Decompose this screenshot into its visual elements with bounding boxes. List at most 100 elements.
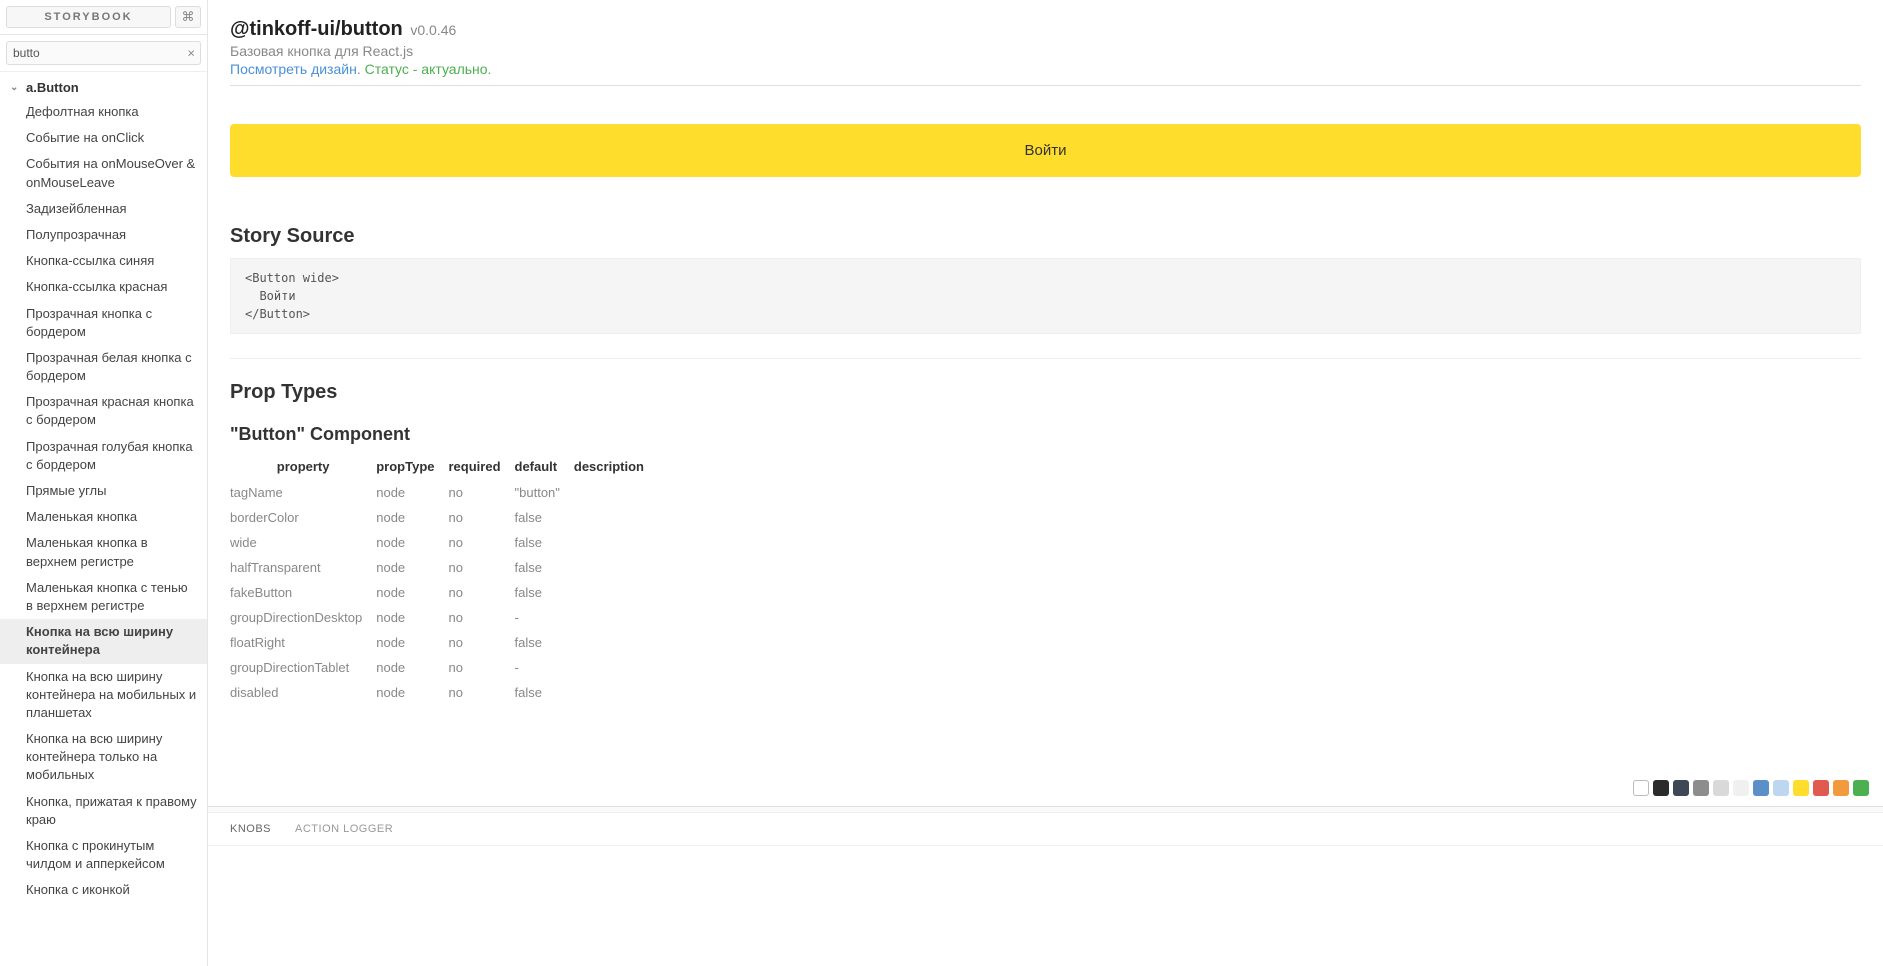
color-swatch[interactable] — [1833, 780, 1849, 796]
nav-item[interactable]: Прозрачная белая кнопка с бордером — [0, 345, 207, 389]
table-row: disablednodenofalse — [230, 680, 658, 705]
nav-item[interactable]: Маленькая кнопка в верхнем регистре — [0, 530, 207, 574]
table-cell: node — [376, 655, 448, 680]
package-version: v0.0.46 — [410, 22, 456, 38]
table-cell: no — [449, 630, 515, 655]
component-heading: "Button" Component — [230, 424, 1861, 445]
nav-item[interactable]: События на onMouseOver & onMouseLeave — [0, 151, 207, 195]
color-swatch[interactable] — [1653, 780, 1669, 796]
table-cell: node — [376, 605, 448, 630]
table-header: property — [230, 453, 376, 480]
table-cell — [574, 580, 658, 605]
nav-item[interactable]: Кнопка-ссылка синяя — [0, 248, 207, 274]
color-swatch[interactable] — [1733, 780, 1749, 796]
main: @tinkoff-ui/button v0.0.46 Базовая кнопк… — [208, 0, 1883, 966]
search-input[interactable] — [6, 41, 201, 65]
color-swatch[interactable] — [1693, 780, 1709, 796]
table-cell: no — [449, 605, 515, 630]
table-cell: no — [449, 580, 515, 605]
app-root: STORYBOOK ⌘ × ⌄ a.Button Дефолтная кнопк… — [0, 0, 1883, 966]
table-cell: groupDirectionDesktop — [230, 605, 376, 630]
search-row: × — [0, 35, 207, 72]
nav-item[interactable]: Кнопка-ссылка красная — [0, 274, 207, 300]
package-header: @tinkoff-ui/button v0.0.46 Базовая кнопк… — [230, 18, 1861, 86]
nav-item[interactable]: Кнопка на всю ширину контейнера только н… — [0, 726, 207, 789]
table-cell: - — [515, 605, 574, 630]
table-cell: fakeButton — [230, 580, 376, 605]
demo-area: Войти — [230, 86, 1861, 215]
table-cell: groupDirectionTablet — [230, 655, 376, 680]
package-description: Базовая кнопка для React.js — [230, 43, 1861, 59]
color-swatch[interactable] — [1633, 780, 1649, 796]
prop-types-heading: Prop Types — [230, 381, 1861, 404]
table-cell: false — [515, 530, 574, 555]
package-name: @tinkoff-ui/button — [230, 18, 403, 40]
table-cell: false — [515, 555, 574, 580]
table-cell: node — [376, 680, 448, 705]
source-code-block: <Button wide> Войти </Button> — [230, 258, 1861, 334]
nav-item[interactable]: Задизейбленная — [0, 196, 207, 222]
package-links: Посмотреть дизайн. Статус - актуально. — [230, 61, 1861, 86]
table-cell — [574, 555, 658, 580]
clear-search-icon[interactable]: × — [187, 46, 195, 61]
nav-group-button[interactable]: ⌄ a.Button — [0, 76, 207, 99]
nav-item[interactable]: Кнопка, прижатая к правому краю — [0, 789, 207, 833]
sidebar-topbar: STORYBOOK ⌘ — [0, 0, 207, 35]
table-cell: wide — [230, 530, 376, 555]
table-cell — [574, 680, 658, 705]
table-header: description — [574, 453, 658, 480]
table-cell — [574, 505, 658, 530]
nav-item[interactable]: Прозрачная красная кнопка с бордером — [0, 389, 207, 433]
table-header: required — [449, 453, 515, 480]
table-cell — [574, 480, 658, 505]
color-swatch[interactable] — [1773, 780, 1789, 796]
panel-tab[interactable]: KNOBS — [230, 823, 271, 835]
table-cell: no — [449, 655, 515, 680]
nav-item[interactable]: Кнопка на всю ширину контейнера на мобил… — [0, 664, 207, 727]
menu-icon: ⌘ — [182, 9, 195, 25]
table-cell: "button" — [515, 480, 574, 505]
nav-item[interactable]: Дефолтная кнопка — [0, 99, 207, 125]
shortcuts-menu-button[interactable]: ⌘ — [175, 6, 201, 28]
table-cell: false — [515, 580, 574, 605]
nav-item[interactable]: Маленькая кнопка — [0, 504, 207, 530]
table-row: borderColornodenofalse — [230, 505, 658, 530]
nav-item[interactable]: Прозрачная голубая кнопка с бордером — [0, 434, 207, 478]
table-cell: node — [376, 505, 448, 530]
table-cell: disabled — [230, 680, 376, 705]
color-swatch[interactable] — [1753, 780, 1769, 796]
storybook-logo-button[interactable]: STORYBOOK — [6, 6, 171, 28]
table-cell — [574, 605, 658, 630]
table-cell: node — [376, 630, 448, 655]
color-swatch[interactable] — [1853, 780, 1869, 796]
table-cell: no — [449, 505, 515, 530]
nav-item[interactable]: Кнопка с иконкой — [0, 877, 207, 903]
table-cell: no — [449, 530, 515, 555]
color-swatch[interactable] — [1713, 780, 1729, 796]
prop-table: propertypropTyperequireddefaultdescripti… — [230, 453, 658, 705]
nav-item[interactable]: Кнопка с прокинутым чилдом и апперкейсом — [0, 833, 207, 877]
table-cell: node — [376, 530, 448, 555]
table-row: halfTransparentnodenofalse — [230, 555, 658, 580]
nav-item[interactable]: Маленькая кнопка с тенью в верхнем регис… — [0, 575, 207, 619]
nav-tree: ⌄ a.Button Дефолтная кнопкаСобытие на on… — [0, 72, 207, 966]
nav-item[interactable]: Кнопка на всю ширину контейнера — [0, 619, 207, 663]
demo-wide-button[interactable]: Войти — [230, 124, 1861, 177]
color-swatch[interactable] — [1673, 780, 1689, 796]
preview-area: @tinkoff-ui/button v0.0.46 Базовая кнопк… — [208, 0, 1883, 806]
nav-group-label: a.Button — [26, 80, 79, 95]
panel-tabs: KNOBS ACTION LOGGER — [208, 813, 1883, 846]
table-cell: node — [376, 480, 448, 505]
package-title: @tinkoff-ui/button v0.0.46 — [230, 18, 1861, 41]
color-swatch[interactable] — [1793, 780, 1809, 796]
design-link[interactable]: Посмотреть дизайн — [230, 61, 357, 77]
nav-item[interactable]: Полупрозрачная — [0, 222, 207, 248]
table-cell: node — [376, 580, 448, 605]
nav-item[interactable]: Событие на onClick — [0, 125, 207, 151]
table-cell: no — [449, 555, 515, 580]
color-swatch[interactable] — [1813, 780, 1829, 796]
panel-tab[interactable]: ACTION LOGGER — [295, 823, 393, 835]
nav-item[interactable]: Прозрачная кнопка с бордером — [0, 301, 207, 345]
nav-item[interactable]: Прямые углы — [0, 478, 207, 504]
table-cell: halfTransparent — [230, 555, 376, 580]
